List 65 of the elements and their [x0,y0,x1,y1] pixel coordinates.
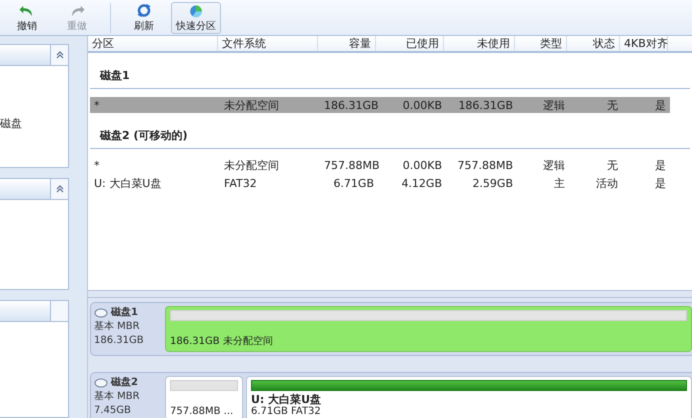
table-cell-text: 是 [654,98,667,112]
table-cell-text: 6.71GB [332,176,375,190]
column-header[interactable]: 文件系统 [218,36,318,51]
collapse-button[interactable] [50,45,68,65]
table-cell-text: 0.00KB [402,98,443,112]
table-cell-text: 186.31GB [457,98,514,112]
collapse-icon [54,50,64,60]
table-cell-text: 主 [553,176,566,190]
table-cell-text: 逻辑 [542,98,566,112]
partition-detail: 186.31GB 未分配空间 [170,336,274,348]
column-header[interactable]: 类型 [515,36,567,51]
table-cell-text: * [93,98,100,112]
table-cell-text: 未分配空间 [223,158,280,172]
table-cell-text: 无 [606,98,619,112]
disk-size: 186.31GB [94,334,145,348]
disk-size: 7.45GB [94,404,132,418]
partition-block[interactable]: 186.31GB 未分配空间 [165,306,692,352]
partition-block[interactable]: U: 大白菜U盘 6.71GB FAT32 [246,376,692,418]
disk-name: 磁盘2 [111,376,138,390]
partition-detail: 6.71GB FAT32 [251,406,322,418]
sidebar-item[interactable]: 磁盘 [0,66,68,131]
table-cell-text: 无 [606,158,619,172]
collapse-icon [54,184,64,194]
table-cell-text: 未分配空间 [223,98,280,112]
table-cell-text: * [93,158,100,172]
disk-card[interactable]: 磁盘1 基本 MBR 186.31GB 186.31GB 未分配空间 [90,302,692,356]
partition-row[interactable]: U: 大白菜U盘 FAT32 6.71GB 4.12GB 2.59GB 主 活动 是 [90,175,670,191]
table-cell-text: 757.88MB [456,158,514,172]
disk-icon [94,378,108,388]
column-header[interactable]: 未使用 [444,36,515,51]
disk-card[interactable]: 磁盘2 基本 MBR 7.45GB 757.88MB ... U: 大白菜U盘 6.71GB FAT32 [90,372,692,418]
refresh-icon [135,2,153,18]
quick-partition-button[interactable]: 快速分区 [171,2,221,34]
column-header[interactable]: 已使用 [376,36,444,51]
partition-detail: 757.88MB ... [170,406,234,418]
undo-button[interactable]: 撤销 [4,2,50,34]
table-cell-text: 0.00KB [402,158,443,172]
table-cell-text: U: 大白菜U盘 [93,176,162,190]
table-cell-text: 757.88MB [323,158,378,172]
table-cell-text: 2.59GB [471,176,514,190]
table-cell-text: 逻辑 [542,158,566,172]
column-header[interactable]: 4KB对齐 [620,36,668,51]
pie-chart-icon [187,2,205,18]
disk-group-title: 磁盘2 (可移动的) [90,128,690,149]
disk-group-title: 磁盘1 [90,68,690,89]
partition-block[interactable]: 757.88MB ... [165,376,243,418]
disk-type: 基本 MBR [94,390,141,404]
table-cell-text: 186.31GB [323,98,378,112]
table-cell-text: 是 [654,158,667,172]
table-cell-text: 是 [654,176,667,190]
table-cell-text: FAT32 [223,176,258,190]
collapse-button[interactable] [50,179,68,199]
column-header[interactable]: 分区 [88,36,218,51]
refresh-button[interactable]: 刷新 [121,2,167,34]
table-cell-text: 4.12GB [400,176,443,190]
column-header[interactable]: 状态 [567,36,620,51]
disk-icon [94,308,108,318]
partition-row[interactable]: * 未分配空间 186.31GB 0.00KB 186.31GB 逻辑 无 是 [90,97,670,113]
partition-title: U: 大白菜U盘 [251,394,322,406]
usage-bar [170,380,238,391]
disk-type: 基本 MBR [94,320,141,334]
table-cell-text: 活动 [595,176,619,190]
partition-row[interactable]: * 未分配空间 757.88MB 0.00KB 757.88MB 逻辑 无 是 [90,157,670,173]
disk-name: 磁盘1 [111,306,138,320]
column-header[interactable]: 容量 [318,36,376,51]
